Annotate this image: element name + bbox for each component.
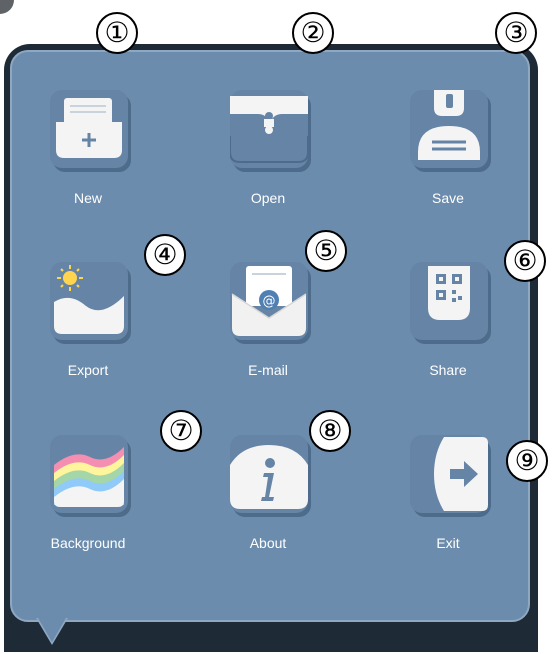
exit-arrow-icon xyxy=(434,437,488,511)
new-document-icon xyxy=(56,98,122,158)
menu-item-label: New xyxy=(73,190,102,206)
menu-item-label: Export xyxy=(67,362,109,378)
save-floppy-icon xyxy=(418,90,480,160)
tile xyxy=(410,90,488,168)
tile xyxy=(410,435,488,513)
tile xyxy=(50,435,128,513)
menu-item-email[interactable]: @ E-mail xyxy=(193,252,343,392)
export-image-icon xyxy=(54,265,124,334)
menu-item-label: Save xyxy=(432,190,464,206)
menu-item-label: Exit xyxy=(436,535,460,551)
tile xyxy=(230,435,308,513)
tile xyxy=(410,262,488,340)
callout-5: ⑤ xyxy=(305,230,347,272)
callout-9: ⑨ xyxy=(506,440,548,482)
callout-2: ② xyxy=(292,12,334,54)
about-info-icon xyxy=(230,445,308,509)
window-corner xyxy=(0,0,14,14)
callout-7: ⑦ xyxy=(160,410,202,452)
email-envelope-icon: @ xyxy=(231,266,307,336)
callout-6: ⑥ xyxy=(504,240,546,282)
menu-item-export[interactable]: Export xyxy=(13,252,163,392)
menu-item-label: About xyxy=(249,535,287,551)
menu-pointer xyxy=(38,618,66,642)
menu-item-new[interactable]: New xyxy=(13,80,163,220)
menu-item-label: Share xyxy=(429,362,467,378)
callout-4: ④ xyxy=(144,234,186,276)
menu-item-label: Open xyxy=(250,190,286,206)
menu-item-label: E-mail xyxy=(248,362,288,378)
tile: @ xyxy=(230,262,308,340)
tile xyxy=(50,90,128,168)
share-qr-code-icon xyxy=(428,266,470,320)
menu-item-exit[interactable]: Exit xyxy=(373,425,523,565)
callout-8: ⑧ xyxy=(309,410,351,452)
background-rainbow-icon xyxy=(54,447,124,507)
svg-text:@: @ xyxy=(263,294,276,309)
menu-item-label: Background xyxy=(50,535,126,551)
menu-item-save[interactable]: Save xyxy=(373,80,523,220)
callout-1: ① xyxy=(96,12,138,54)
menu-item-background[interactable]: Background xyxy=(13,425,163,565)
menu-item-open[interactable]: Open xyxy=(193,80,343,220)
callout-3: ③ xyxy=(495,12,537,54)
open-folder-icon xyxy=(230,96,308,163)
tile xyxy=(230,90,308,168)
tile xyxy=(50,262,128,340)
menu-item-share[interactable]: Share xyxy=(373,252,523,392)
